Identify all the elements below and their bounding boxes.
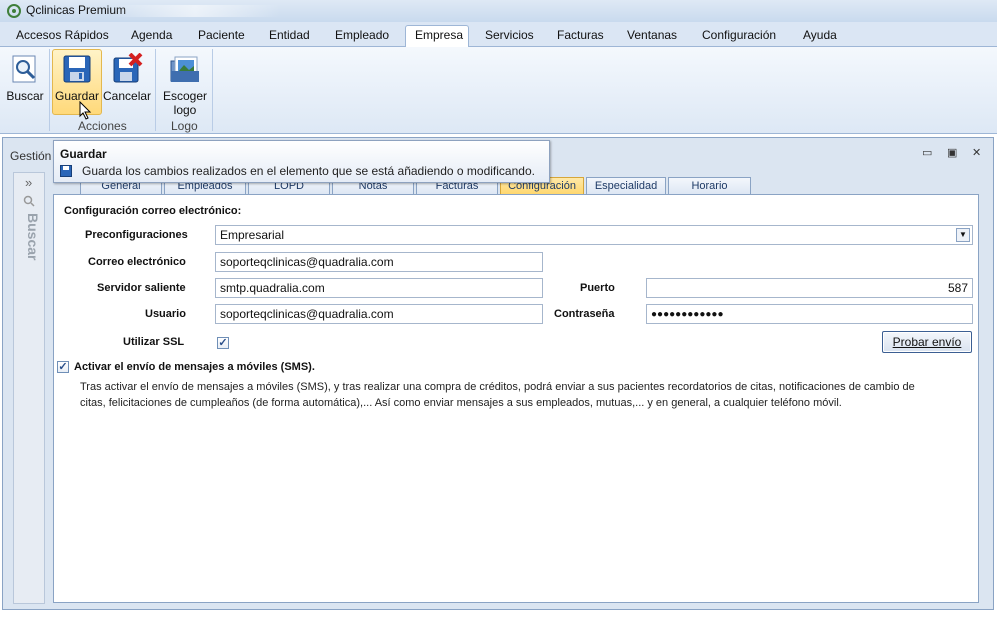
probar-envio-label: Probar envío (892, 335, 962, 349)
tooltip-title: Guardar (60, 147, 107, 161)
preconfig-select[interactable]: Empresarial ▼ (215, 225, 973, 245)
buscar-label: Buscar (6, 89, 44, 103)
save-icon (61, 53, 93, 85)
cancel-save-icon (111, 52, 143, 85)
port-field[interactable]: 587 (646, 278, 973, 298)
menu-empleado[interactable]: Empleado (335, 28, 389, 42)
menu-servicios[interactable]: Servicios (485, 28, 534, 42)
restore-button[interactable]: ▣ (947, 146, 957, 159)
group-acciones-label: Acciones (78, 119, 127, 133)
tab-horario[interactable]: Horario (668, 177, 751, 195)
tooltip-text: Guarda los cambios realizados en el elem… (82, 164, 535, 178)
password-label: Contraseña (554, 308, 615, 320)
escoger-label-1: Escoger (162, 89, 208, 103)
guardar-tooltip: Guardar Guarda los cambios realizados en… (53, 140, 550, 183)
preconfig-value: Empresarial (220, 228, 285, 242)
gestion-label: Gestión (10, 149, 52, 163)
menu-bar: Accesos Rápidos Agenda Paciente Entidad … (0, 22, 997, 48)
menu-ventanas[interactable]: Ventanas (627, 28, 677, 42)
preconfig-label: Preconfiguraciones (85, 229, 188, 241)
chevron-down-icon[interactable]: ▼ (956, 228, 970, 242)
section-title: Configuración correo electrónico: (64, 205, 242, 217)
sms-text-line-2: citas, felicitaciones de cumpleaños (de … (80, 397, 842, 409)
close-button[interactable]: ✕ (972, 146, 981, 159)
port-label: Puerto (580, 282, 615, 294)
app-logo-icon (7, 4, 21, 18)
cancelar-label: Cancelar (103, 89, 152, 103)
user-label: Usuario (145, 308, 186, 320)
email-field[interactable]: soporteqclinicas@quadralia.com (215, 252, 543, 272)
user-field[interactable]: soporteqclinicas@quadralia.com (215, 304, 543, 324)
ribbon: Buscar Guardar Cancelar Acciones Escoger… (0, 47, 997, 134)
group-logo-label: Logo (171, 119, 198, 133)
menu-empresa[interactable]: Empresa (415, 28, 463, 42)
expand-arrows-icon[interactable]: » (25, 175, 32, 190)
ribbon-separator (49, 49, 50, 131)
sms-checkbox[interactable]: ✓ (57, 361, 69, 373)
sidebar-buscar-label: Buscar (25, 213, 41, 261)
ribbon-separator (155, 49, 156, 131)
sms-description: Tras activar el envío de mensajes a móvi… (80, 379, 915, 411)
search-icon (23, 195, 35, 207)
server-label: Servidor saliente (97, 282, 186, 294)
email-label: Correo electrónico (88, 256, 186, 268)
menu-ayuda[interactable]: Ayuda (803, 28, 837, 42)
image-folder-icon (169, 53, 201, 85)
escoger-label-2: logo (173, 103, 197, 117)
mouse-cursor-icon (79, 101, 92, 120)
search-icon (9, 53, 41, 85)
minimize-button[interactable]: ▭ (922, 146, 932, 159)
ssl-label: Utilizar SSL (123, 336, 185, 348)
probar-envio-button[interactable]: Probar envío (882, 331, 972, 353)
sms-label: Activar el envío de mensajes a móviles (… (74, 361, 315, 373)
ribbon-separator (212, 49, 213, 131)
password-field[interactable]: ●●●●●●●●●●●● (646, 304, 973, 324)
ssl-checkbox[interactable]: ✓ (217, 337, 229, 349)
sms-text-line-1: Tras activar el envío de mensajes a móvi… (80, 381, 915, 393)
menu-entidad[interactable]: Entidad (269, 28, 310, 42)
title-overlay (110, 5, 280, 17)
guardar-button[interactable]: Guardar (53, 53, 101, 103)
menu-agenda[interactable]: Agenda (131, 28, 172, 42)
buscar-button[interactable]: Buscar (4, 53, 46, 103)
title-bar: Qclinicas Premium (0, 0, 997, 22)
cancelar-button[interactable]: Cancelar (103, 52, 152, 103)
server-field[interactable]: smtp.quadralia.com (215, 278, 543, 298)
menu-facturas[interactable]: Facturas (557, 28, 604, 42)
escoger-logo-button[interactable]: Escoger logo (160, 53, 210, 117)
menu-accesos-rapidos[interactable]: Accesos Rápidos (16, 28, 109, 42)
info-icon (60, 165, 72, 177)
search-sidebar[interactable]: » Buscar (13, 172, 45, 604)
tab-especialidad[interactable]: Especialidad (586, 177, 666, 195)
menu-configuracion[interactable]: Configuración (702, 28, 776, 42)
menu-paciente[interactable]: Paciente (198, 28, 245, 42)
